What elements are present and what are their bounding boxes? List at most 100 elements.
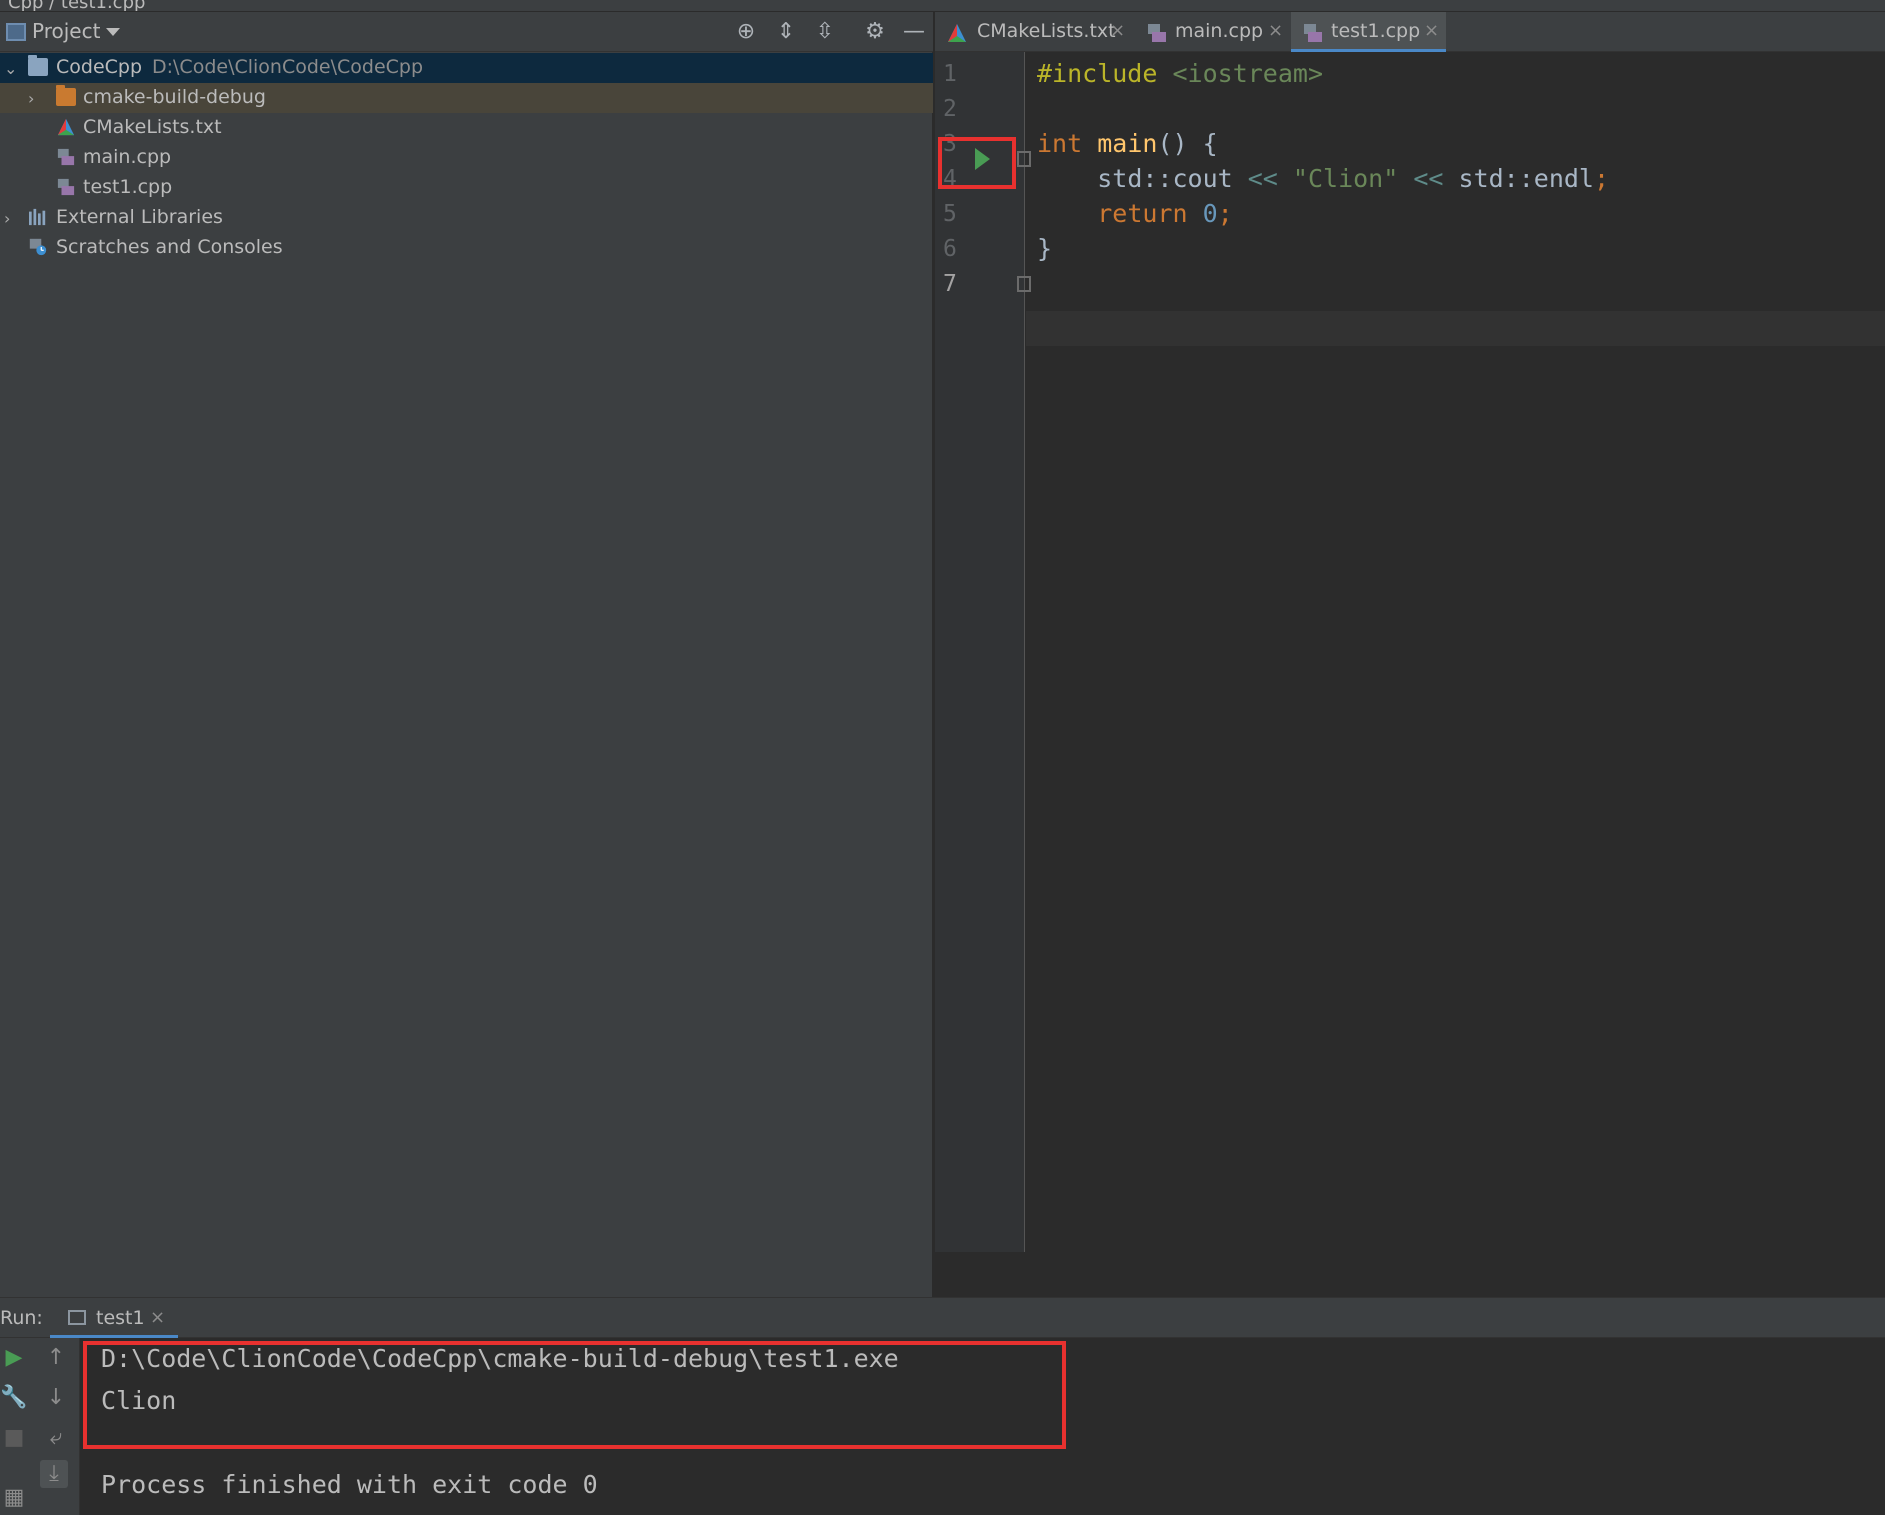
tab-test1-cpp[interactable]: test1.cpp ×	[1291, 12, 1446, 52]
highlight-box	[83, 1341, 1066, 1449]
tree-item-external-libraries[interactable]: › External Libraries	[0, 203, 933, 233]
run-toolbar: ▶ ↑ 🔧 ↓ ■ ⤶ ⤓ ▦	[0, 1338, 80, 1515]
code-token: ;	[1217, 199, 1233, 228]
code-token: int	[1037, 129, 1083, 158]
code-token: return	[1097, 199, 1188, 228]
arrow-down-icon[interactable]: ↓	[42, 1384, 70, 1412]
collapse-all-icon[interactable]: ⇳	[813, 20, 837, 44]
code-token: "Clion"	[1292, 164, 1399, 193]
cpp-file-icon	[1148, 24, 1166, 42]
navigation-bar: Cpp / test1.cpp	[0, 0, 1885, 12]
code-token: () {	[1157, 129, 1218, 158]
hide-panel-icon[interactable]: —	[902, 20, 926, 44]
run-label: Run:	[0, 1307, 43, 1329]
editor-gutter[interactable]: 1 2 3 4 5 6 7	[935, 52, 1025, 1252]
code-token: #include	[1037, 59, 1158, 88]
rerun-icon[interactable]: ▶	[0, 1344, 28, 1372]
tree-item-label: test1.cpp	[83, 176, 173, 198]
tree-item-label: External Libraries	[56, 206, 223, 228]
cpp-file-icon	[57, 178, 75, 196]
code-token: ;	[1593, 164, 1610, 193]
close-icon[interactable]: ×	[1424, 20, 1439, 41]
tab-run-test1[interactable]: test1 ×	[50, 1298, 178, 1338]
soft-wrap-icon[interactable]: ⤶	[42, 1424, 70, 1452]
chevron-right-icon[interactable]: ›	[4, 209, 10, 228]
code-token: <iostream>	[1172, 59, 1323, 88]
chevron-down-icon[interactable]: ⌄	[4, 59, 17, 78]
cpp-file-icon	[57, 148, 75, 166]
code-token: <<	[1413, 164, 1444, 193]
editor-tabs: CMakeLists.txt × main.cpp × test1.cpp ×	[935, 12, 1885, 52]
layout-icon[interactable]: ▦	[0, 1484, 28, 1512]
editor-area: CMakeLists.txt × main.cpp × test1.cpp ×	[935, 12, 1885, 1297]
cmake-icon	[57, 118, 75, 136]
line-number: 2	[943, 96, 957, 122]
folder-icon	[28, 55, 48, 76]
gear-icon[interactable]: ⚙	[863, 20, 887, 44]
expand-all-icon[interactable]: ⇕	[774, 20, 798, 44]
tab-main-cpp[interactable]: main.cpp ×	[1135, 12, 1290, 52]
code-line-3[interactable]: int main() {	[1037, 129, 1218, 158]
code-token: std::cout	[1097, 164, 1233, 193]
chevron-down-icon[interactable]	[106, 28, 120, 36]
code-token: std::endl	[1458, 164, 1594, 193]
code-token: main	[1097, 129, 1158, 158]
tab-label: test1	[96, 1307, 145, 1329]
tree-item-cmakelists[interactable]: CMakeLists.txt	[0, 113, 933, 143]
chevron-right-icon[interactable]: ›	[28, 89, 34, 108]
project-panel: Project ⊕ ⇕ ⇳ ⚙ — ⌄ CodeCpp D:\Code\Clio…	[0, 12, 933, 1297]
library-icon	[29, 208, 46, 226]
tree-item-label: CodeCpp	[56, 56, 143, 78]
run-panel-header: Run: test1 ×	[0, 1298, 1885, 1338]
tab-label: main.cpp	[1175, 20, 1264, 42]
close-icon[interactable]: ×	[1110, 20, 1125, 41]
run-icon[interactable]	[975, 148, 990, 170]
tree-item-scratches[interactable]: Scratches and Consoles	[0, 233, 933, 263]
tab-cmakelists[interactable]: CMakeLists.txt ×	[935, 12, 1130, 52]
line-number: 1	[943, 61, 957, 87]
tree-item-label: cmake-build-debug	[83, 86, 266, 108]
cpp-file-icon	[1304, 24, 1322, 42]
close-icon[interactable]: ×	[1268, 20, 1283, 41]
wrench-icon[interactable]: 🔧	[0, 1384, 28, 1412]
code-line-1[interactable]: #include <iostream>	[1037, 59, 1323, 88]
code-line-6[interactable]: }	[1037, 234, 1052, 263]
tree-item-main-cpp[interactable]: main.cpp	[0, 143, 933, 173]
cmake-icon	[948, 24, 966, 42]
locate-icon[interactable]: ⊕	[734, 20, 758, 44]
console-icon	[68, 1310, 86, 1325]
console-line: Process finished with exit code 0	[101, 1470, 598, 1499]
tree-item-label: Scratches and Consoles	[56, 236, 283, 258]
close-icon[interactable]: ×	[150, 1307, 165, 1328]
project-panel-header: Project ⊕ ⇕ ⇳ ⚙ —	[0, 12, 933, 52]
tree-item-cmake-build-debug[interactable]: › cmake-build-debug	[0, 83, 933, 113]
tab-label: test1.cpp	[1331, 20, 1421, 42]
arrow-up-icon[interactable]: ↑	[42, 1344, 70, 1372]
code-token: <<	[1247, 164, 1278, 193]
fold-icon[interactable]	[1017, 151, 1031, 167]
tree-item-codecpp[interactable]: ⌄ CodeCpp D:\Code\ClionCode\CodeCpp	[0, 53, 933, 83]
code-editor[interactable]	[1026, 52, 1885, 1252]
code-token: 0	[1202, 199, 1218, 228]
scratches-icon	[29, 238, 47, 256]
fold-icon[interactable]	[1017, 276, 1031, 292]
breadcrumb[interactable]: Cpp / test1.cpp	[8, 0, 145, 11]
tree-item-label: main.cpp	[83, 146, 172, 168]
code-line-4[interactable]: std::cout << "Clion" << std::endl;	[1037, 164, 1609, 193]
line-number: 5	[943, 201, 957, 227]
tab-label: CMakeLists.txt	[977, 20, 1116, 42]
project-icon	[6, 23, 26, 41]
tree-item-label: CMakeLists.txt	[83, 116, 222, 138]
code-line-5[interactable]: return 0;	[1037, 199, 1233, 228]
stop-icon[interactable]: ■	[0, 1424, 28, 1452]
project-panel-title[interactable]: Project	[32, 19, 100, 43]
current-line-highlight	[1026, 311, 1885, 346]
tree-item-test1-cpp[interactable]: test1.cpp	[0, 173, 933, 203]
code-token: }	[1037, 234, 1053, 263]
clion-window: Cpp / test1.cpp Project ⊕ ⇕ ⇳ ⚙ — ⌄ Code…	[0, 0, 1885, 1515]
scroll-to-end-icon[interactable]: ⤓	[40, 1460, 68, 1488]
line-number: 7	[943, 271, 957, 297]
tree-item-path: D:\Code\ClionCode\CodeCpp	[152, 56, 424, 78]
folder-icon	[56, 85, 76, 106]
line-number: 6	[943, 236, 957, 262]
